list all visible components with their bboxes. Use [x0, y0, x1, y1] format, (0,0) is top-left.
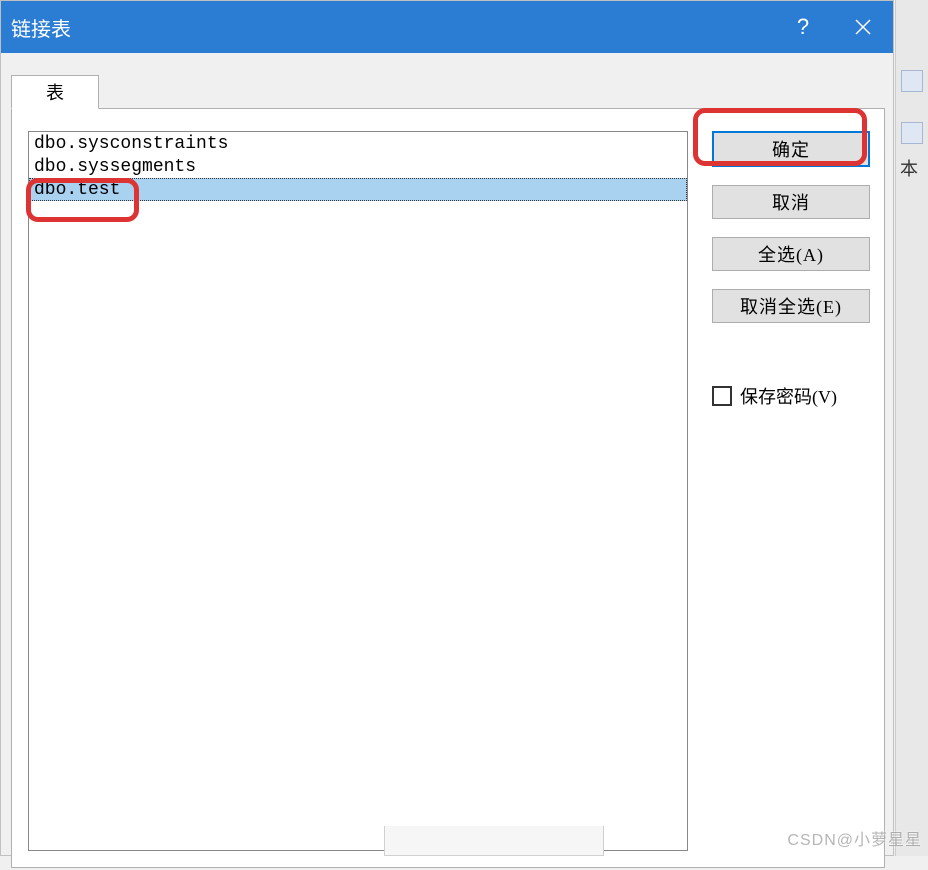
background-text: 本 — [900, 155, 918, 181]
save-password-row[interactable]: 保存密码(V) — [712, 383, 870, 409]
cancel-button[interactable]: 取消 — [712, 185, 870, 219]
help-button[interactable]: ? — [773, 1, 833, 53]
close-button[interactable] — [833, 1, 893, 53]
button-label: 确定 — [772, 136, 810, 162]
link-tables-dialog: 链接表 ? 表 dbo.sysconstraints — [0, 0, 894, 856]
list-item[interactable]: dbo.sysconstraints — [29, 132, 687, 155]
help-icon: ? — [797, 14, 809, 40]
tab-header: 表 — [11, 75, 99, 109]
list-item-label: dbo.sysconstraints — [34, 134, 228, 154]
save-password-checkbox[interactable] — [712, 386, 732, 406]
button-label: 全选(A) — [758, 241, 824, 267]
background-panel — [384, 826, 604, 856]
tab-tables[interactable]: 表 — [11, 75, 99, 109]
deselect-all-button[interactable]: 取消全选(E) — [712, 289, 870, 323]
tab-container: 表 dbo.sysconstraints dbo.syssegments dbo… — [11, 75, 885, 870]
background-icon — [901, 122, 923, 144]
list-item[interactable]: dbo.syssegments — [29, 155, 687, 178]
watermark-text: CSDN@小萝星星 — [787, 826, 922, 850]
background-icon — [901, 70, 923, 92]
select-all-button[interactable]: 全选(A) — [712, 237, 870, 271]
titlebar[interactable]: 链接表 ? — [1, 1, 893, 53]
background-strip — [895, 0, 928, 856]
dialog-title: 链接表 — [11, 13, 773, 42]
ok-button[interactable]: 确定 — [712, 131, 870, 167]
tab-panel: dbo.sysconstraints dbo.syssegments dbo.t… — [11, 108, 885, 868]
list-item-label: dbo.test — [34, 180, 120, 200]
button-label: 取消 — [772, 189, 810, 215]
close-icon — [854, 18, 872, 36]
buttons-column: 确定 取消 全选(A) 取消全选(E) 保存密码(V) — [712, 131, 870, 409]
list-item-label: dbo.syssegments — [34, 157, 196, 177]
tables-listbox[interactable]: dbo.sysconstraints dbo.syssegments dbo.t… — [28, 131, 688, 851]
checkbox-label: 保存密码(V) — [740, 383, 837, 409]
list-item[interactable]: dbo.test — [29, 178, 687, 201]
dialog-body: 表 dbo.sysconstraints dbo.syssegments dbo… — [1, 53, 893, 855]
tab-label: 表 — [46, 79, 64, 105]
button-label: 取消全选(E) — [740, 293, 842, 319]
